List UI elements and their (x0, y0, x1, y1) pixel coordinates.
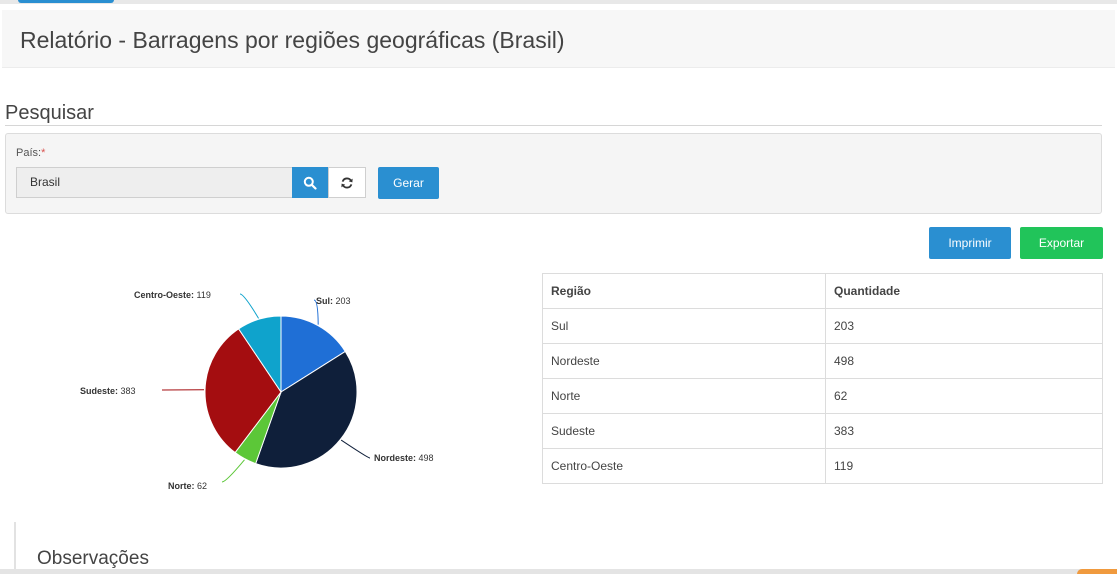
cell-region: Centro-Oeste (542, 448, 826, 484)
pie-connector-centro-oeste (239, 293, 260, 319)
table-row: Norte 62 (542, 378, 1103, 414)
reset-button[interactable] (328, 167, 366, 198)
pie-label-norte: Norte: 62 (168, 481, 207, 491)
observations-heading: Observações (37, 548, 149, 569)
pie-chart-svg: Sul: 203 Nordeste: 498 Norte: 62 Sudeste: 3… (80, 290, 434, 491)
top-accent-tab (18, 0, 114, 3)
results-table: Região Quantidade Sul 203 Nordeste 498 N… (542, 273, 1103, 484)
header-quantity: Quantidade (825, 273, 1103, 309)
pie-connector-norte (221, 459, 245, 483)
cell-quantity: 383 (825, 413, 1103, 449)
title-bar: Relatório - Barragens por regiões geográ… (2, 10, 1115, 68)
cell-quantity: 203 (825, 308, 1103, 344)
search-panel: País:* Brasil Gerar (5, 133, 1102, 214)
search-button[interactable] (292, 167, 328, 198)
search-heading-divider (5, 125, 1102, 126)
pie-connector-nordeste (340, 439, 371, 459)
table-row: Sul 203 (542, 308, 1103, 344)
cell-region: Sudeste (542, 413, 826, 449)
bottom-strip (0, 569, 1117, 574)
pie-label-nordeste: Nordeste: 498 (374, 453, 434, 463)
cell-quantity: 119 (825, 448, 1103, 484)
table-row: Sudeste 383 (542, 413, 1103, 449)
pie-label-centro-oeste: Centro-Oeste: 119 (134, 290, 211, 300)
table-row: Nordeste 498 (542, 343, 1103, 379)
country-input[interactable]: Brasil (16, 167, 292, 198)
cell-region: Norte (542, 378, 826, 414)
table-row: Centro-Oeste 119 (542, 448, 1103, 484)
cell-region: Sul (542, 308, 826, 344)
cell-region: Nordeste (542, 343, 826, 379)
page-title: Relatório - Barragens por regiões geográ… (20, 27, 565, 53)
pie-label-sudeste: Sudeste: 383 (80, 386, 136, 396)
cell-quantity: 62 (825, 378, 1103, 414)
refresh-icon (341, 177, 353, 188)
pie-chart: Sul: 203 Nordeste: 498 Norte: 62 Sudeste: 3… (60, 270, 480, 510)
country-label: País:* (16, 147, 45, 159)
bottom-accent (1077, 569, 1117, 574)
print-button[interactable]: Imprimir (929, 227, 1011, 259)
export-button[interactable]: Exportar (1020, 227, 1103, 259)
generate-button[interactable]: Gerar (378, 167, 439, 199)
required-mark: * (41, 147, 46, 159)
pie-label-sul: Sul: 203 (316, 296, 351, 306)
top-accent-bar (0, 0, 1117, 4)
search-icon (303, 176, 317, 190)
table-header-row: Região Quantidade (542, 273, 1103, 309)
cell-quantity: 498 (825, 343, 1103, 379)
header-region: Região (542, 273, 826, 309)
country-label-text: País: (16, 147, 42, 159)
observations-rule (14, 522, 16, 574)
search-heading: Pesquisar (5, 102, 94, 124)
